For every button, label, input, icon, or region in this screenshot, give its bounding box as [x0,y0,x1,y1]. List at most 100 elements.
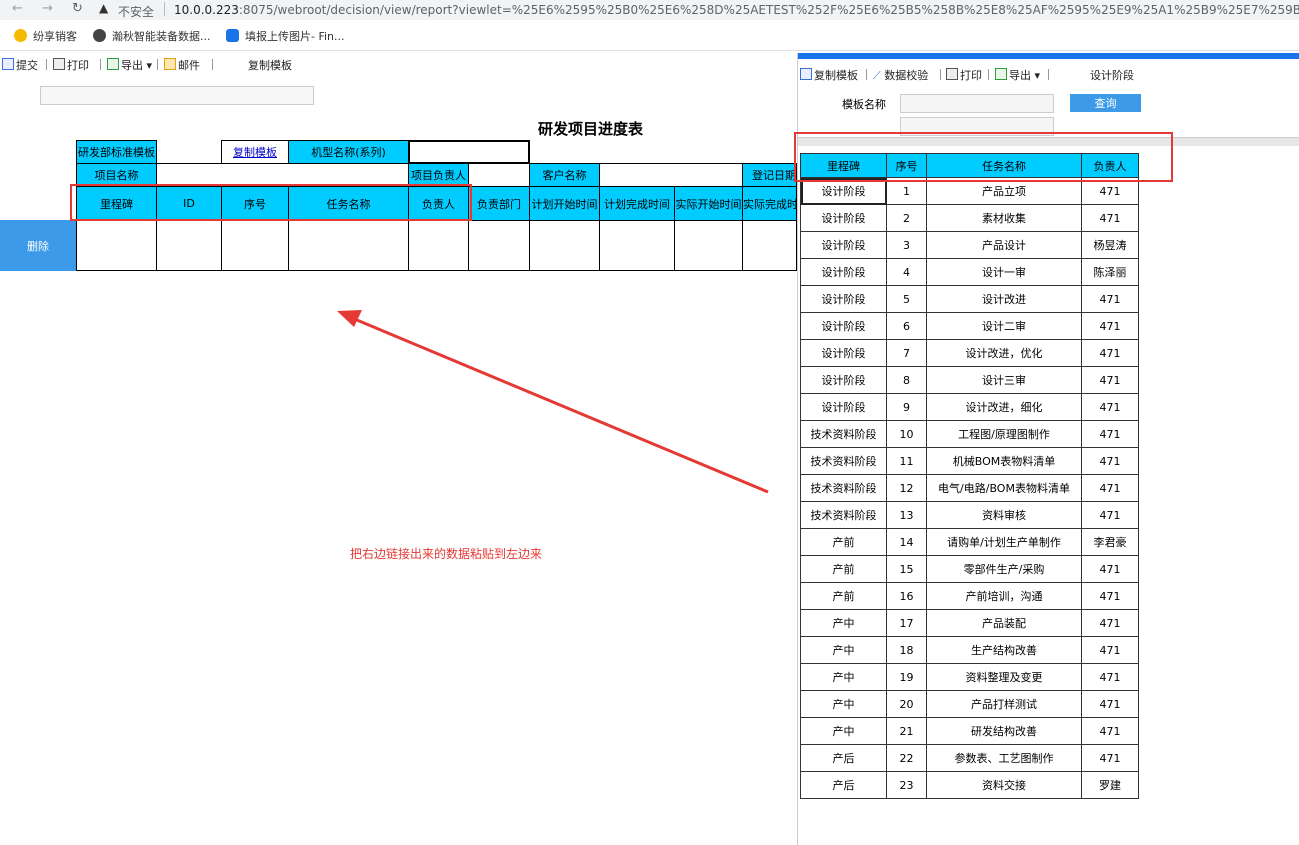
table-cell[interactable]: 产品设计 [926,231,1082,259]
data-cell[interactable] [156,220,222,271]
table-cell[interactable]: 设计阶段 [800,204,887,232]
print-button[interactable]: 打印 [53,57,89,73]
table-cell[interactable]: 8 [886,366,927,394]
table-cell[interactable]: 14 [886,528,927,556]
table-cell[interactable]: 20 [886,690,927,718]
table-row[interactable]: 产后 22 参数表、工艺图制作 471 [800,744,1139,772]
table-cell[interactable]: 设计改进，优化 [926,339,1082,367]
mail-button[interactable]: 邮件 [164,57,200,73]
table-cell[interactable]: 设计三审 [926,366,1082,394]
delete-button[interactable]: 删除 [0,220,76,271]
table-cell[interactable]: 16 [886,582,927,610]
table-row[interactable]: 设计阶段 4 设计一审 陈泽丽 [800,258,1139,286]
validate-button[interactable]: ⟋ 数据校验 [873,67,928,83]
data-cell[interactable] [288,220,409,271]
data-cell[interactable] [529,220,600,271]
table-cell[interactable]: 技术资料阶段 [800,420,887,448]
table-cell[interactable]: 罗建 [1081,771,1139,799]
table-cell[interactable]: 设计阶段 [800,258,887,286]
table-cell[interactable]: 请购单/计划生产单制作 [926,528,1082,556]
table-cell[interactable]: 15 [886,555,927,583]
table-cell[interactable]: 陈泽丽 [1081,258,1139,286]
data-cell[interactable] [674,220,743,271]
table-cell[interactable]: 9 [886,393,927,421]
table-cell[interactable]: 零部件生产/采购 [926,555,1082,583]
table-cell[interactable]: 产中 [800,663,887,691]
table-cell[interactable]: 设计一审 [926,258,1082,286]
table-cell[interactable]: 4 [886,258,927,286]
table-row[interactable]: 设计阶段 3 产品设计 杨昱涛 [800,231,1139,259]
address-bar[interactable]: ← → ↻ ▲ 不安全 10.0.0.223:8075/webroot/deci… [0,0,1299,20]
table-cell[interactable]: 471 [1081,609,1139,637]
table-cell[interactable]: 产后 [800,744,887,772]
table-cell[interactable]: 产品装配 [926,609,1082,637]
table-cell[interactable]: 设计阶段 [800,366,887,394]
table-row[interactable]: 产前 15 零部件生产/采购 471 [800,555,1139,583]
table-cell[interactable]: 22 [886,744,927,772]
table-row[interactable]: 产中 20 产品打样测试 471 [800,690,1139,718]
customer-name-input[interactable] [599,163,743,187]
table-cell[interactable]: 产中 [800,636,887,664]
table-row[interactable]: 设计阶段 6 设计二审 471 [800,312,1139,340]
forward-icon[interactable]: → [42,1,53,16]
table-cell[interactable]: 11 [886,447,927,475]
table-cell[interactable]: 471 [1081,690,1139,718]
table-cell[interactable]: 研发结构改善 [926,717,1082,745]
table-cell[interactable]: 6 [886,312,927,340]
table-cell[interactable]: 设计二审 [926,312,1082,340]
table-cell[interactable]: 471 [1081,636,1139,664]
table-cell[interactable]: 产中 [800,717,887,745]
copy-template-link[interactable]: 复制模板 [221,140,289,164]
table-cell[interactable]: 素材收集 [926,204,1082,232]
table-cell[interactable]: 471 [1081,204,1139,232]
table-row[interactable]: 技术资料阶段 10 工程图/原理图制作 471 [800,420,1139,448]
table-cell[interactable]: 471 [1081,744,1139,772]
data-cell[interactable] [468,220,530,271]
project-owner-input[interactable] [468,163,530,187]
table-row[interactable]: 设计阶段 5 设计改进 471 [800,285,1139,313]
table-row[interactable]: 设计阶段 2 素材收集 471 [800,204,1139,232]
table-cell[interactable]: 设计阶段 [800,312,887,340]
reload-icon[interactable]: ↻ [72,1,83,16]
table-row[interactable]: 产中 17 产品装配 471 [800,609,1139,637]
table-row[interactable]: 技术资料阶段 11 机械BOM表物料清单 471 [800,447,1139,475]
table-cell[interactable]: 产前 [800,528,887,556]
bookmark-item[interactable]: 纷享销客 [14,28,77,44]
table-cell[interactable]: 技术资料阶段 [800,501,887,529]
table-cell[interactable]: 21 [886,717,927,745]
query-button[interactable]: 查询 [1070,94,1141,112]
table-row[interactable]: 技术资料阶段 13 资料审核 471 [800,501,1139,529]
table-cell[interactable]: 471 [1081,663,1139,691]
table-cell[interactable]: 设计改进 [926,285,1082,313]
table-row[interactable]: 技术资料阶段 12 电气/电路/BOM表物料清单 471 [800,474,1139,502]
table-cell[interactable]: 471 [1081,420,1139,448]
table-cell[interactable]: 7 [886,339,927,367]
table-cell[interactable]: 471 [1081,501,1139,529]
data-cell[interactable] [599,220,675,271]
table-cell[interactable]: 技术资料阶段 [800,474,887,502]
bookmark-item[interactable]: 瀚秋智能装备数据... [93,28,211,44]
table-cell[interactable]: 设计阶段 [800,231,887,259]
table-cell[interactable]: 产前 [800,582,887,610]
table-cell[interactable]: 471 [1081,474,1139,502]
table-cell[interactable]: 产中 [800,609,887,637]
table-cell[interactable]: 17 [886,609,927,637]
model-name-input[interactable] [408,140,530,164]
warning-icon[interactable]: ▲ [99,1,108,15]
back-icon[interactable]: ← [12,1,23,16]
parameter-bar[interactable] [40,86,314,105]
table-cell[interactable]: 2 [886,204,927,232]
table-row[interactable]: 产前 14 请购单/计划生产单制作 李君豪 [800,528,1139,556]
export-button[interactable]: 导出 ▾ [995,67,1040,83]
insecure-label[interactable]: 不安全 [118,3,154,20]
table-cell[interactable]: 471 [1081,582,1139,610]
table-cell[interactable]: 设计阶段 [800,393,887,421]
table-cell[interactable]: 资料交接 [926,771,1082,799]
data-cell[interactable] [408,220,469,271]
table-cell[interactable]: 10 [886,420,927,448]
table-cell[interactable]: 生产结构改善 [926,636,1082,664]
copy-template-button[interactable]: 复制模板 [800,67,858,83]
table-row[interactable]: 产后 23 资料交接 罗建 [800,771,1139,799]
table-cell[interactable]: 参数表、工艺图制作 [926,744,1082,772]
table-cell[interactable]: 产前 [800,555,887,583]
